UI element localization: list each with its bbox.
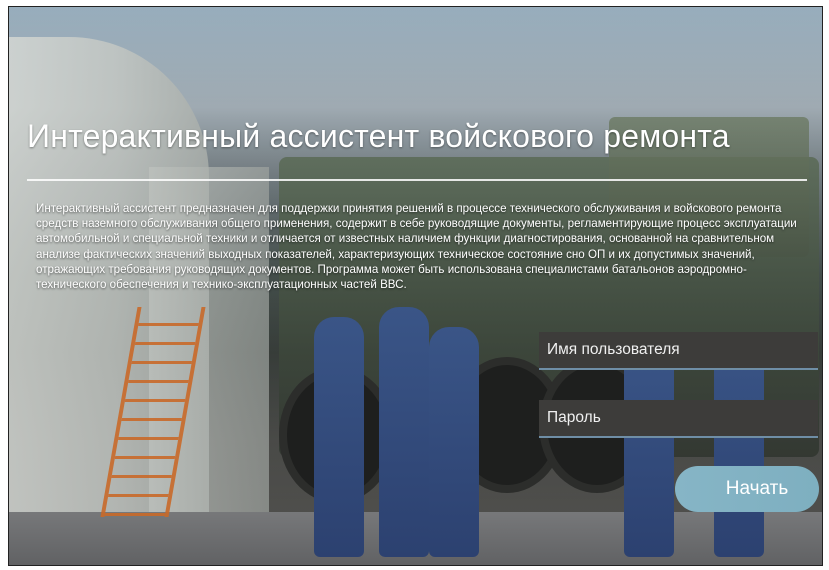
start-button[interactable]: Начать [675,466,819,512]
title-divider [27,179,807,181]
page-title: Интерактивный ассистент войскового ремон… [27,118,730,154]
username-input[interactable] [539,332,818,370]
background-person [429,327,479,557]
background-person [314,317,364,557]
password-input[interactable] [539,400,818,438]
background-person [379,307,429,557]
description-text: Интерактивный ассистент предназначен для… [36,202,797,292]
background-person [714,337,764,557]
background-person [624,347,674,557]
